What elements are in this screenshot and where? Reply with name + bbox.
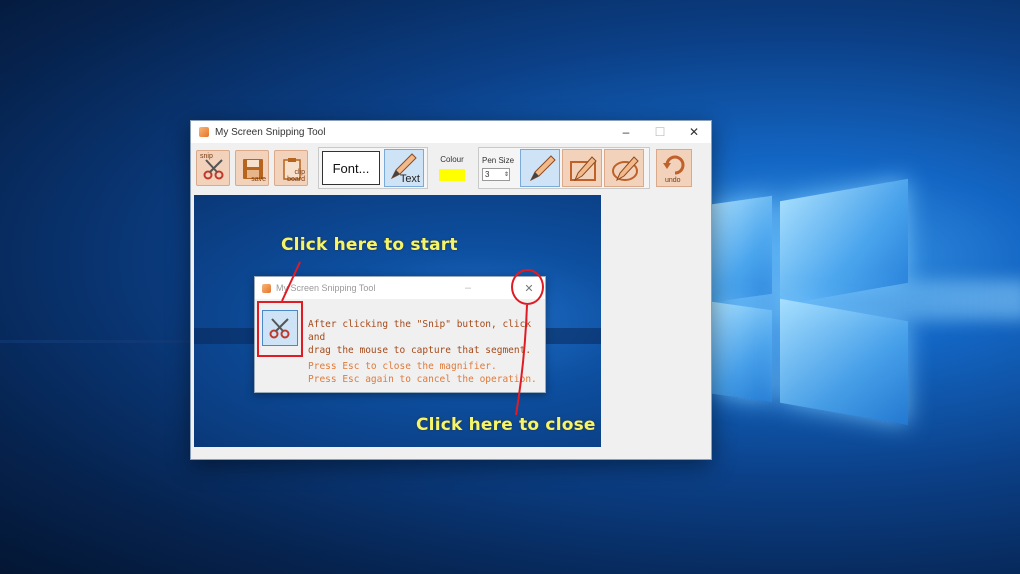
close-pointer-line <box>515 304 528 416</box>
close-annotation: Click here to close <box>416 415 596 435</box>
annotation-lines <box>281 261 528 416</box>
start-pointer-line <box>281 261 301 302</box>
start-annotation: Click here to start <box>281 235 458 255</box>
